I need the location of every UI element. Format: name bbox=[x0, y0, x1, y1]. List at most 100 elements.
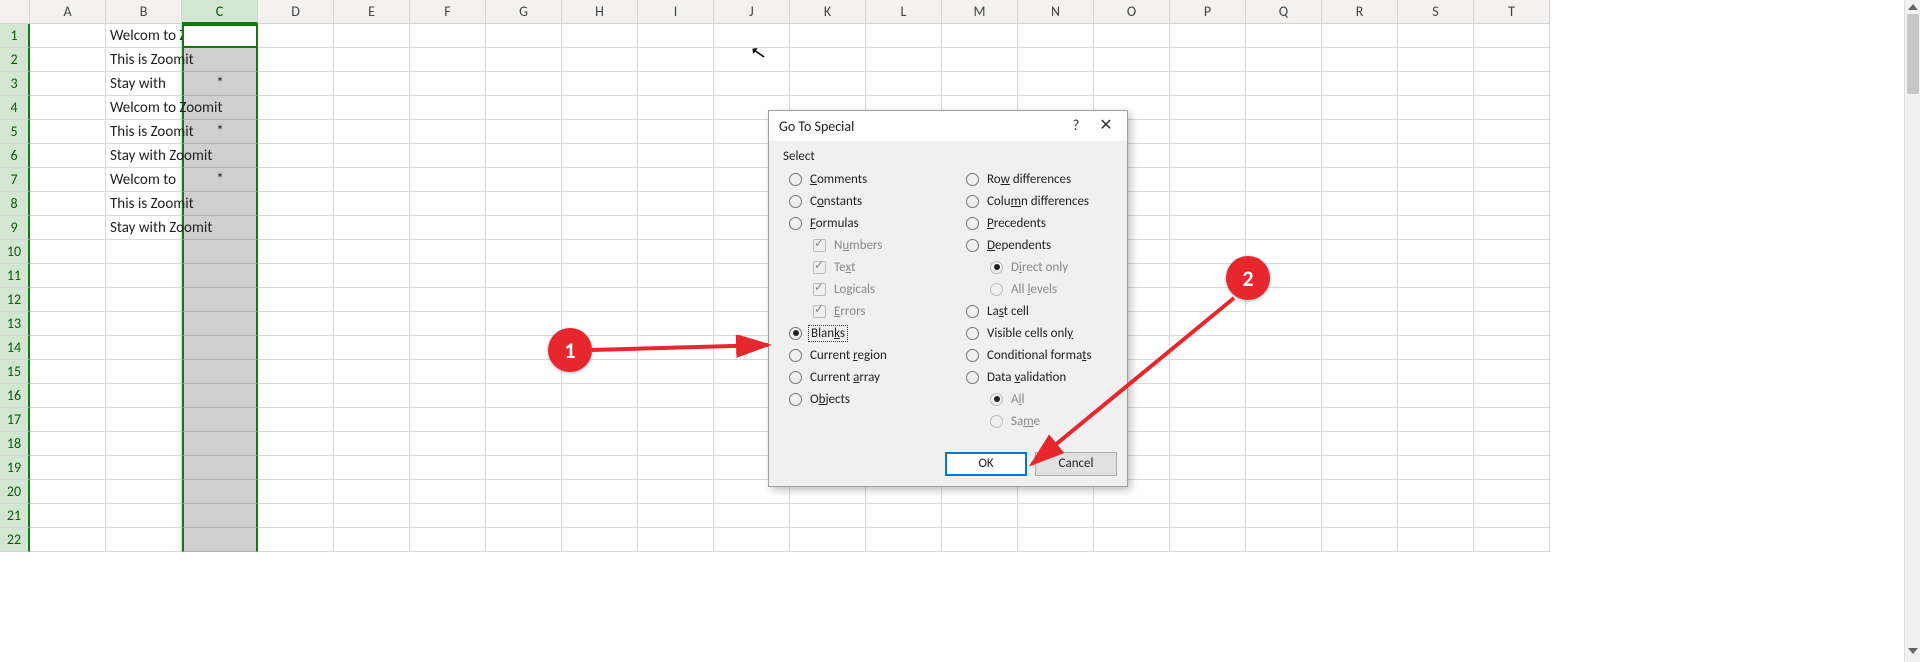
cell-R14[interactable] bbox=[1322, 336, 1398, 360]
cell-G13[interactable] bbox=[486, 312, 562, 336]
cell-T17[interactable] bbox=[1474, 408, 1550, 432]
cell-E2[interactable] bbox=[334, 48, 410, 72]
cell-B18[interactable] bbox=[106, 432, 182, 456]
cell-M21[interactable] bbox=[942, 504, 1018, 528]
cell-E12[interactable] bbox=[334, 288, 410, 312]
column-header-C[interactable]: C bbox=[182, 0, 258, 24]
option-constants[interactable]: Constants bbox=[783, 190, 936, 212]
cell-G17[interactable] bbox=[486, 408, 562, 432]
cell-A1[interactable] bbox=[30, 24, 106, 48]
cell-D22[interactable] bbox=[258, 528, 334, 552]
cell-B17[interactable] bbox=[106, 408, 182, 432]
cell-R11[interactable] bbox=[1322, 264, 1398, 288]
cell-Q21[interactable] bbox=[1246, 504, 1322, 528]
cell-T14[interactable] bbox=[1474, 336, 1550, 360]
cell-C13[interactable] bbox=[182, 312, 258, 336]
row-header-11[interactable]: 11 bbox=[0, 264, 30, 288]
cell-P22[interactable] bbox=[1170, 528, 1246, 552]
cell-R2[interactable] bbox=[1322, 48, 1398, 72]
cell-I17[interactable] bbox=[638, 408, 714, 432]
cell-T15[interactable] bbox=[1474, 360, 1550, 384]
cell-R13[interactable] bbox=[1322, 312, 1398, 336]
cell-Q1[interactable] bbox=[1246, 24, 1322, 48]
cell-M1[interactable] bbox=[942, 24, 1018, 48]
cell-D18[interactable] bbox=[258, 432, 334, 456]
cell-R1[interactable] bbox=[1322, 24, 1398, 48]
cell-B5[interactable]: This is Zoomit bbox=[106, 120, 182, 144]
cell-S20[interactable] bbox=[1398, 480, 1474, 504]
cell-E22[interactable] bbox=[334, 528, 410, 552]
cell-A16[interactable] bbox=[30, 384, 106, 408]
cell-G1[interactable] bbox=[486, 24, 562, 48]
cell-R9[interactable] bbox=[1322, 216, 1398, 240]
cell-A22[interactable] bbox=[30, 528, 106, 552]
cell-H21[interactable] bbox=[562, 504, 638, 528]
cell-D1[interactable] bbox=[258, 24, 334, 48]
cell-A7[interactable] bbox=[30, 168, 106, 192]
column-header-S[interactable]: S bbox=[1398, 0, 1474, 24]
cell-S22[interactable] bbox=[1398, 528, 1474, 552]
cell-B20[interactable] bbox=[106, 480, 182, 504]
cell-S9[interactable] bbox=[1398, 216, 1474, 240]
cell-K3[interactable] bbox=[790, 72, 866, 96]
cell-A6[interactable] bbox=[30, 144, 106, 168]
cell-P4[interactable] bbox=[1170, 96, 1246, 120]
cell-R17[interactable] bbox=[1322, 408, 1398, 432]
cell-S21[interactable] bbox=[1398, 504, 1474, 528]
row-header-22[interactable]: 22 bbox=[0, 528, 30, 552]
cell-F9[interactable] bbox=[410, 216, 486, 240]
cell-T8[interactable] bbox=[1474, 192, 1550, 216]
cell-D6[interactable] bbox=[258, 144, 334, 168]
cell-K2[interactable] bbox=[790, 48, 866, 72]
cell-O21[interactable] bbox=[1094, 504, 1170, 528]
column-header-R[interactable]: R bbox=[1322, 0, 1398, 24]
cell-D15[interactable] bbox=[258, 360, 334, 384]
cell-E15[interactable] bbox=[334, 360, 410, 384]
cell-S14[interactable] bbox=[1398, 336, 1474, 360]
cell-F22[interactable] bbox=[410, 528, 486, 552]
cell-T18[interactable] bbox=[1474, 432, 1550, 456]
cell-I11[interactable] bbox=[638, 264, 714, 288]
column-header-H[interactable]: H bbox=[562, 0, 638, 24]
cell-H9[interactable] bbox=[562, 216, 638, 240]
cancel-button[interactable]: Cancel bbox=[1035, 452, 1117, 476]
cell-F5[interactable] bbox=[410, 120, 486, 144]
cell-G3[interactable] bbox=[486, 72, 562, 96]
cell-G11[interactable] bbox=[486, 264, 562, 288]
cell-Q8[interactable] bbox=[1246, 192, 1322, 216]
cell-E11[interactable] bbox=[334, 264, 410, 288]
cell-Q4[interactable] bbox=[1246, 96, 1322, 120]
cell-B21[interactable] bbox=[106, 504, 182, 528]
column-header-P[interactable]: P bbox=[1170, 0, 1246, 24]
cell-P19[interactable] bbox=[1170, 456, 1246, 480]
row-header-14[interactable]: 14 bbox=[0, 336, 30, 360]
cell-O22[interactable] bbox=[1094, 528, 1170, 552]
cell-T3[interactable] bbox=[1474, 72, 1550, 96]
cell-C12[interactable] bbox=[182, 288, 258, 312]
cell-C17[interactable] bbox=[182, 408, 258, 432]
cell-C16[interactable] bbox=[182, 384, 258, 408]
cell-E3[interactable] bbox=[334, 72, 410, 96]
cell-I18[interactable] bbox=[638, 432, 714, 456]
row-header-21[interactable]: 21 bbox=[0, 504, 30, 528]
cell-D13[interactable] bbox=[258, 312, 334, 336]
cell-B16[interactable] bbox=[106, 384, 182, 408]
cell-Q15[interactable] bbox=[1246, 360, 1322, 384]
cell-F19[interactable] bbox=[410, 456, 486, 480]
cell-M22[interactable] bbox=[942, 528, 1018, 552]
row-header-16[interactable]: 16 bbox=[0, 384, 30, 408]
cell-F12[interactable] bbox=[410, 288, 486, 312]
cell-S13[interactable] bbox=[1398, 312, 1474, 336]
cell-T1[interactable] bbox=[1474, 24, 1550, 48]
cell-E10[interactable] bbox=[334, 240, 410, 264]
cell-D10[interactable] bbox=[258, 240, 334, 264]
cell-I3[interactable] bbox=[638, 72, 714, 96]
column-header-N[interactable]: N bbox=[1018, 0, 1094, 24]
cell-D4[interactable] bbox=[258, 96, 334, 120]
cell-H20[interactable] bbox=[562, 480, 638, 504]
cell-E14[interactable] bbox=[334, 336, 410, 360]
cell-J22[interactable] bbox=[714, 528, 790, 552]
column-header-J[interactable]: J bbox=[714, 0, 790, 24]
cell-T16[interactable] bbox=[1474, 384, 1550, 408]
cell-I10[interactable] bbox=[638, 240, 714, 264]
